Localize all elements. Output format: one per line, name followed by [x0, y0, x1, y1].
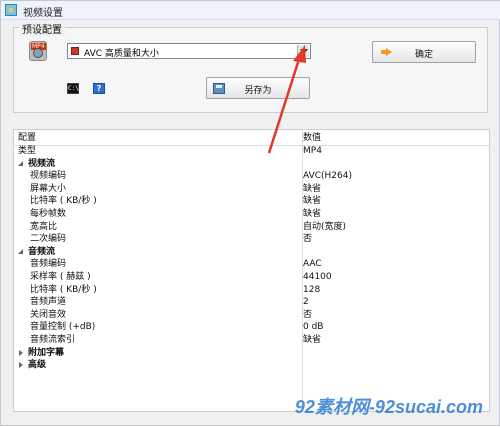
expand-triangle-icon[interactable] [18, 362, 24, 369]
property-value[interactable]: MP4 [303, 145, 322, 158]
header-name: 配置 [18, 133, 37, 143]
command-line-icon[interactable]: C:\ [67, 83, 79, 94]
property-row[interactable]: 每秒帧数 缺省 [14, 208, 489, 221]
preset-format-icon [71, 47, 79, 55]
collapse-triangle-icon[interactable] [18, 160, 24, 167]
property-row[interactable]: 类型 MP4 [14, 145, 489, 158]
property-row[interactable]: 关闭音效 否 [14, 309, 489, 322]
property-name: 每秒帧数 [30, 209, 67, 219]
property-row[interactable]: 二次编码 否 [14, 233, 489, 246]
property-value[interactable]: 2 [303, 296, 309, 309]
property-name: 比特率 ( KB/秒 ) [30, 196, 97, 207]
property-name: 音频声道 [30, 297, 67, 308]
property-name: 音频流索引 [30, 335, 76, 345]
watermark-text: 92素材网-92sucai.com [294, 397, 483, 417]
ok-button[interactable]: 确定 [372, 41, 476, 63]
preset-group [13, 27, 488, 113]
property-grid-header: 配置 数值 [14, 132, 489, 146]
mp4-file-icon: MP4 [29, 41, 47, 61]
section-row[interactable]: 音频流 [14, 246, 489, 259]
window-title: 视频设置 [23, 8, 63, 19]
property-row[interactable]: 比特率 ( KB/秒 ) 128 [14, 284, 489, 297]
property-value[interactable]: 0 dB [303, 321, 323, 334]
property-name: 屏幕大小 [30, 183, 67, 194]
property-name: 比特率 ( KB/秒 ) [30, 284, 97, 295]
save-as-button-label: 另存为 [244, 86, 272, 96]
property-value[interactable]: 44100 [303, 271, 332, 284]
preset-dropdown[interactable]: AVC 高质量和大小 [67, 43, 311, 59]
property-value[interactable]: 缺省 [303, 334, 321, 347]
property-name: 关闭音效 [30, 309, 67, 320]
property-value[interactable]: 缺省 [303, 183, 321, 196]
property-grid[interactable]: 配置 数值 类型 MP4 视频流 视频编码 AVC(H264) 屏幕大小 缺省 比特率 ( K… [13, 129, 490, 412]
property-row[interactable]: 视频编码 AVC(H264) [14, 170, 489, 183]
property-name: 类型 [18, 146, 37, 156]
property-name: 二次编码 [30, 234, 67, 245]
property-name: 高级 [28, 360, 47, 371]
property-row[interactable]: 音频编码 AAC [14, 258, 489, 271]
section-row[interactable]: 高级 [14, 359, 489, 372]
collapse-triangle-icon[interactable] [18, 248, 24, 255]
save-as-button[interactable]: 另存为 [206, 77, 310, 99]
property-value[interactable]: 128 [303, 284, 320, 297]
property-value[interactable]: 缺省 [303, 195, 321, 208]
title-bar: 视频设置 [1, 1, 500, 20]
property-row[interactable]: 音量控制 (+dB) 0 dB [14, 321, 489, 334]
property-name: 音频流 [28, 246, 56, 257]
header-value: 数值 [303, 133, 322, 143]
app-icon [5, 4, 17, 16]
section-row[interactable]: 视频流 [14, 158, 489, 171]
ok-button-label: 确定 [414, 50, 433, 60]
property-value[interactable]: 自动(宽度) [303, 221, 346, 234]
preset-group-title: 预设配置 [19, 21, 65, 36]
video-settings-window: 视频设置 预设配置 MP4 AVC 高质量和大小 确定 C:\ ? 另存为 配置… [0, 0, 500, 426]
property-name: 音频编码 [30, 259, 67, 270]
property-value[interactable]: 否 [303, 233, 312, 246]
help-icon[interactable]: ? [93, 83, 105, 94]
property-value[interactable]: AVC(H264) [303, 170, 352, 183]
property-name: 宽高比 [30, 221, 58, 232]
section-row[interactable]: 附加字幕 [14, 347, 489, 360]
property-row[interactable]: 音频流索引 缺省 [14, 334, 489, 347]
property-name: 音量控制 (+dB) [30, 322, 96, 333]
property-name: 视频流 [28, 158, 56, 169]
property-row[interactable]: 音频声道 2 [14, 296, 489, 309]
property-value[interactable]: AAC [303, 258, 322, 271]
property-name: 附加字幕 [28, 347, 65, 358]
chevron-down-icon[interactable] [297, 45, 309, 57]
property-row[interactable]: 采样率 ( 赫兹 ) 44100 [14, 271, 489, 284]
property-name: 采样率 ( 赫兹 ) [30, 272, 91, 282]
property-value[interactable]: 否 [303, 309, 312, 322]
mp4-tag: MP4 [31, 43, 46, 50]
property-value[interactable]: 缺省 [303, 208, 321, 221]
expand-triangle-icon[interactable] [18, 349, 24, 356]
property-row[interactable]: 比特率 ( KB/秒 ) 缺省 [14, 195, 489, 208]
property-name: 视频编码 [30, 171, 67, 182]
preset-selected-value: AVC 高质量和大小 [84, 49, 159, 59]
property-row[interactable]: 屏幕大小 缺省 [14, 183, 489, 196]
property-row[interactable]: 宽高比 自动(宽度) [14, 221, 489, 234]
